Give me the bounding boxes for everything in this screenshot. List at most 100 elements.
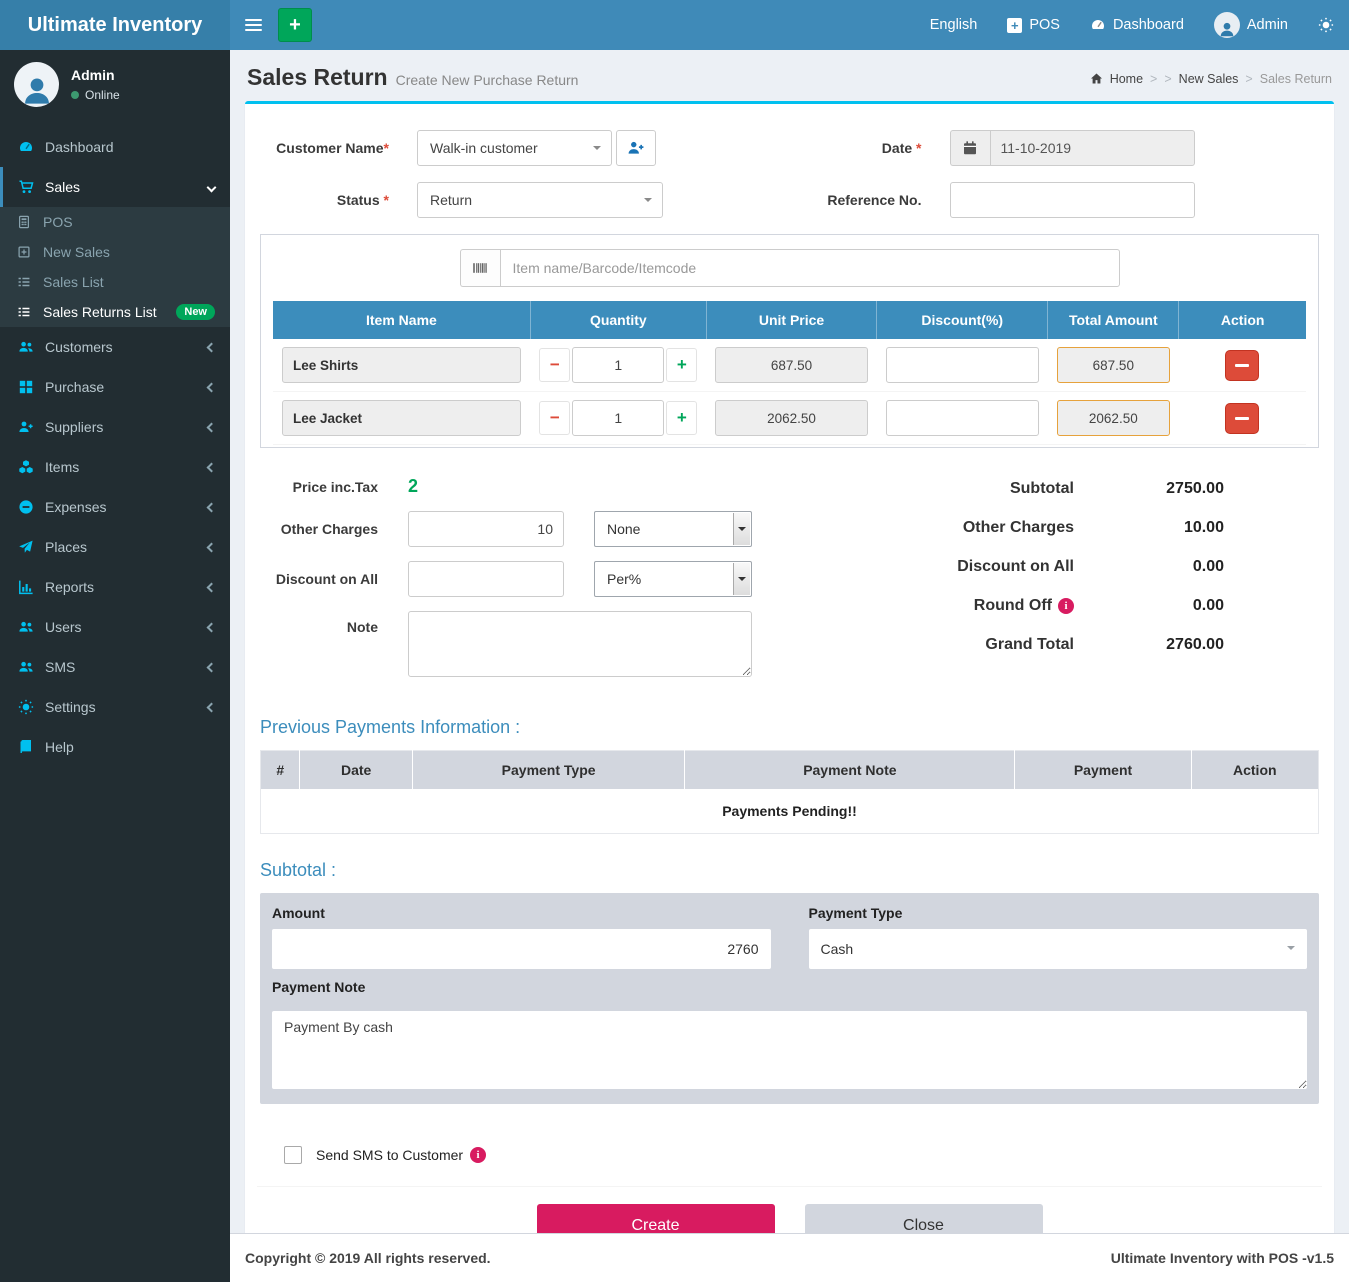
- discount-on-all-input[interactable]: [408, 561, 564, 597]
- totals-section: Subtotal 2750.00 Other Charges 10.00 Dis…: [853, 476, 1319, 691]
- breadcrumb-new-sales[interactable]: New Sales: [1179, 72, 1239, 86]
- send-sms-checkbox[interactable]: [284, 1146, 302, 1164]
- qty-decrease-button[interactable]: −: [539, 348, 570, 382]
- sidebar-item-sales[interactable]: Sales: [0, 167, 230, 207]
- qty-input[interactable]: [572, 347, 664, 383]
- status-select[interactable]: Return: [417, 182, 663, 218]
- sidebar-item-items[interactable]: Items: [0, 447, 230, 487]
- users-icon: [18, 339, 34, 355]
- col-header-discount: Discount(%): [877, 301, 1048, 339]
- round-off-value: 0.00: [1074, 597, 1224, 615]
- sidebar-menu: Dashboard Sales POS New Sales Sales Li: [0, 127, 230, 767]
- items-panel: Item Name Quantity Unit Price Discount(%…: [260, 234, 1319, 448]
- subtotal-value: 2750.00: [1074, 480, 1224, 498]
- payment-type-label: Payment Type: [809, 905, 1308, 921]
- other-charges-input[interactable]: [408, 511, 564, 547]
- sidebar-toggle-icon[interactable]: [230, 0, 276, 50]
- customer-select[interactable]: Walk-in customer: [417, 130, 612, 166]
- pay-col-date: Date: [300, 751, 412, 790]
- payment-type-select[interactable]: Cash: [809, 929, 1308, 969]
- sidebar-item-users[interactable]: Users: [0, 607, 230, 647]
- price-inc-tax-count: 2: [408, 476, 418, 497]
- remove-item-button[interactable]: [1225, 403, 1259, 434]
- sidebar-item-expenses[interactable]: Expenses: [0, 487, 230, 527]
- date-input[interactable]: [990, 130, 1195, 166]
- payment-note-textarea[interactable]: Payment By cash: [272, 1011, 1307, 1089]
- quantity-stepper: − +: [539, 347, 697, 383]
- table-row: − +: [273, 339, 1306, 392]
- subtotal-label: Subtotal: [1010, 480, 1074, 498]
- pos-plus-icon: +: [1007, 18, 1022, 33]
- form-actions: Create Close: [257, 1186, 1322, 1233]
- chevron-left-icon: [207, 702, 217, 712]
- qty-input[interactable]: [572, 400, 664, 436]
- page-subtitle: Create New Purchase Return: [396, 72, 579, 88]
- sidebar-item-reports[interactable]: Reports: [0, 567, 230, 607]
- quick-add-button[interactable]: +: [278, 8, 312, 42]
- close-button[interactable]: Close: [805, 1204, 1043, 1233]
- chevron-left-icon: [207, 342, 217, 352]
- note-label: Note: [260, 611, 408, 635]
- chevron-down-icon: [207, 182, 217, 192]
- sidebar: Admin Online Dashboard Sales POS: [0, 50, 230, 1282]
- sidebar-item-new-sales[interactable]: New Sales: [0, 237, 230, 267]
- send-sms-label: Send SMS to Customer i: [316, 1147, 486, 1163]
- previous-payments-heading: Previous Payments Information :: [260, 717, 1319, 738]
- discount-total-label: Discount on All: [957, 558, 1074, 576]
- sidebar-item-settings[interactable]: Settings: [0, 687, 230, 727]
- chevron-left-icon: [207, 422, 217, 432]
- breadcrumb-current: Sales Return: [1260, 72, 1332, 86]
- breadcrumb-home[interactable]: Home: [1110, 72, 1143, 86]
- nav-dashboard-link[interactable]: Dashboard: [1075, 0, 1199, 50]
- main-area: Sales Return Create New Purchase Return H…: [230, 50, 1349, 1282]
- calendar-icon[interactable]: [950, 130, 990, 166]
- sidebar-item-customers[interactable]: Customers: [0, 327, 230, 367]
- chevron-left-icon: [207, 582, 217, 592]
- brand-logo[interactable]: Ultimate Inventory: [0, 0, 230, 50]
- remove-item-button[interactable]: [1225, 350, 1259, 381]
- calculator-icon: [16, 215, 32, 229]
- grand-total-label: Grand Total: [985, 636, 1074, 654]
- items-table: Item Name Quantity Unit Price Discount(%…: [273, 301, 1306, 445]
- paper-plane-icon: [18, 539, 34, 555]
- sidebar-item-sms[interactable]: SMS: [0, 647, 230, 687]
- sidebar-item-sales-returns-list[interactable]: Sales Returns List New: [0, 297, 230, 327]
- user-menu[interactable]: Admin: [1199, 0, 1303, 50]
- app-window: Ultimate Inventory + English + POS Dashb…: [0, 0, 1349, 1282]
- reference-input[interactable]: [950, 182, 1195, 218]
- gears-icon: [18, 699, 34, 715]
- chevron-left-icon: [207, 502, 217, 512]
- qty-increase-button[interactable]: +: [666, 401, 697, 435]
- note-textarea[interactable]: [408, 611, 752, 677]
- col-header-action: Action: [1179, 301, 1306, 339]
- cubes-icon: [18, 459, 34, 475]
- other-charges-type-select[interactable]: None: [594, 511, 752, 547]
- discount-input[interactable]: [886, 400, 1039, 436]
- nav-pos-link[interactable]: + POS: [992, 0, 1075, 50]
- qty-increase-button[interactable]: +: [666, 348, 697, 382]
- language-menu[interactable]: English: [915, 0, 993, 50]
- pay-col-note: Payment Note: [685, 751, 1015, 790]
- amount-label: Amount: [272, 905, 771, 921]
- item-name-field: [282, 400, 521, 436]
- item-search-input[interactable]: [500, 249, 1120, 287]
- select-arrow-icon: [733, 513, 750, 545]
- info-icon[interactable]: i: [1058, 598, 1074, 614]
- discount-input[interactable]: [886, 347, 1039, 383]
- sidebar-item-places[interactable]: Places: [0, 527, 230, 567]
- amount-input[interactable]: [272, 929, 771, 969]
- create-button[interactable]: Create: [537, 1204, 775, 1233]
- sidebar-item-sales-list[interactable]: Sales List: [0, 267, 230, 297]
- sidebar-item-suppliers[interactable]: Suppliers: [0, 407, 230, 447]
- col-header-total: Total Amount: [1048, 301, 1179, 339]
- sidebar-item-pos[interactable]: POS: [0, 207, 230, 237]
- add-customer-button[interactable]: [616, 130, 656, 166]
- sidebar-item-purchase[interactable]: Purchase: [0, 367, 230, 407]
- sidebar-item-help[interactable]: Help: [0, 727, 230, 767]
- qty-decrease-button[interactable]: −: [539, 401, 570, 435]
- info-icon[interactable]: i: [470, 1147, 486, 1163]
- settings-menu[interactable]: [1303, 0, 1349, 50]
- pay-col-payment: Payment: [1015, 751, 1191, 790]
- sidebar-item-dashboard[interactable]: Dashboard: [0, 127, 230, 167]
- discount-type-select[interactable]: Per%: [594, 561, 752, 597]
